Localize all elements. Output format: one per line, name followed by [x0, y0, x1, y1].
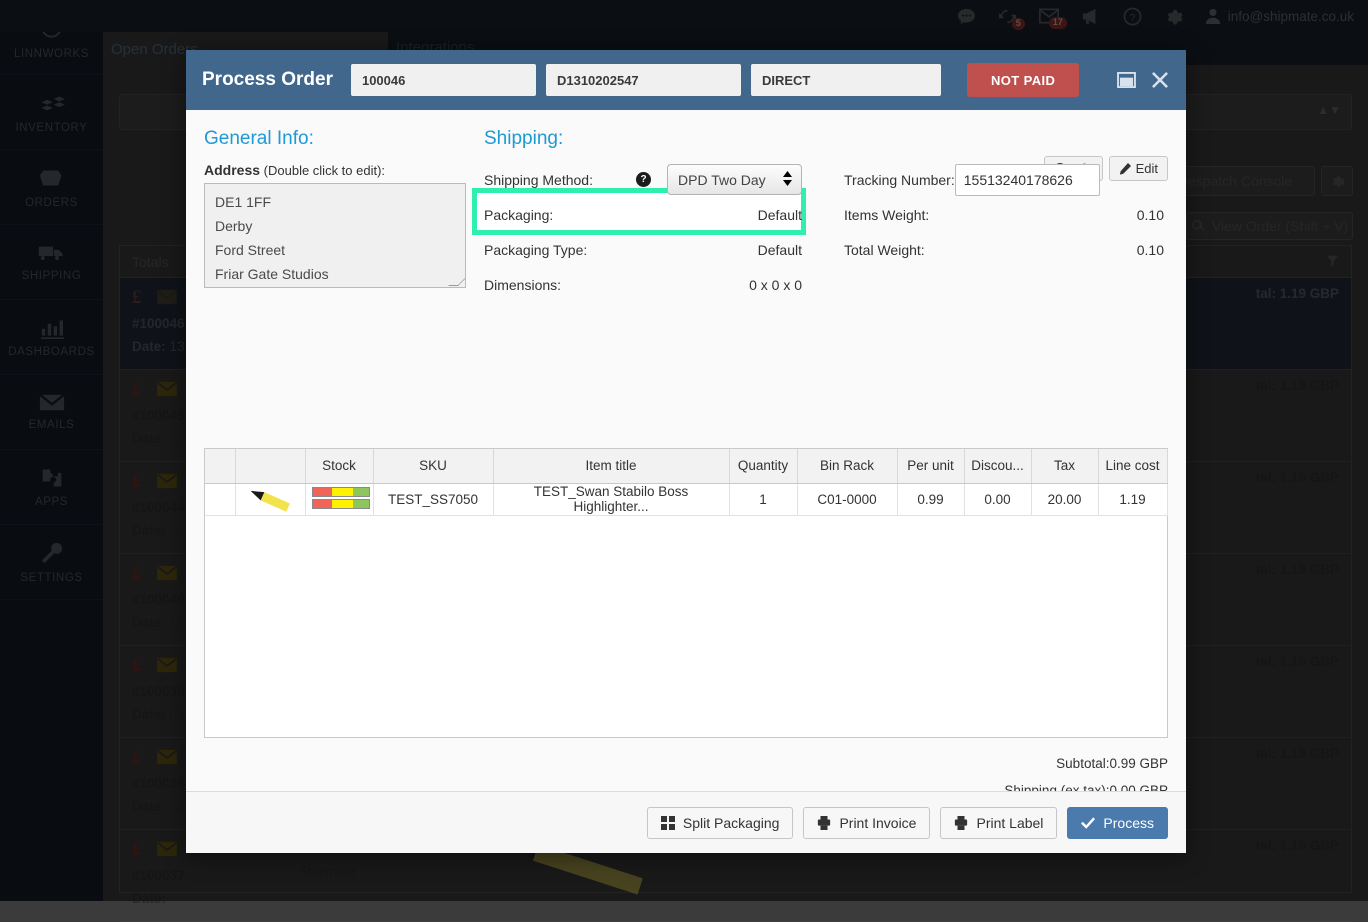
column-header[interactable] [235, 449, 306, 484]
general-info-heading: General Info: [204, 128, 314, 149]
items-weight-label: Items Weight: [844, 206, 930, 223]
address-line: Derby [215, 218, 253, 234]
close-icon[interactable] [1152, 72, 1168, 88]
modal-footer: Split Packaging Print Invoice Print Labe… [186, 791, 1186, 853]
column-header[interactable]: Stock [305, 449, 374, 484]
column-header[interactable]: Item title [493, 449, 730, 484]
table-body[interactable]: TEST_SS7050 TEST_Swan Stabilo Boss Highli… [205, 483, 1168, 516]
column-header[interactable]: Bin Rack [797, 449, 898, 484]
order-items-table-container: Stock SKU Item title Quantity Bin Rack Per un… [204, 448, 1168, 738]
spinner-arrows-icon [783, 171, 792, 186]
shipping-method-label: Shipping Method: [484, 171, 593, 188]
shipping-method-row: Shipping Method: ? DPD Two Day Tracking … [484, 162, 1168, 197]
split-packaging-button[interactable]: Split Packaging [646, 806, 794, 839]
address-label-main: Address [204, 162, 261, 178]
column-header[interactable]: Discou... [964, 449, 1032, 484]
process-button[interactable]: Process [1067, 806, 1168, 839]
printer-icon [955, 815, 968, 830]
sku-cell: TEST_SS7050 [373, 483, 494, 516]
process-label: Process [1103, 814, 1154, 831]
packaging-type-label: Packaging Type: [484, 241, 588, 258]
packaging-type-row: Packaging Type: Default Total Weight: 0.… [484, 232, 1168, 267]
highlighter-pen-icon [250, 490, 290, 512]
quantity-cell[interactable]: 1 [729, 483, 798, 516]
shipping-method-select[interactable]: DPD Two Day [667, 164, 802, 195]
table-row[interactable]: TEST_SS7050 TEST_Swan Stabilo Boss Highli… [205, 483, 1168, 516]
row-select-cell[interactable] [205, 483, 236, 516]
modal-header: Process Order NOT PAID [186, 50, 1186, 110]
order-reference-field[interactable] [545, 64, 741, 96]
packaging-type-value: Default [757, 241, 802, 258]
total-weight-value: 0.10 [1136, 241, 1164, 258]
order-totals: Subtotal:0.99 GBP Shipping (ex tax):0.00 … [868, 750, 1168, 791]
grid-squares-icon [660, 815, 675, 830]
total-row: Subtotal:0.99 GBP [1056, 756, 1168, 771]
check-icon [1081, 816, 1096, 829]
general-info-section: General Info: Address (Double click to e… [204, 128, 474, 288]
total-weight-label: Total Weight: [844, 241, 925, 258]
items-weight-value: 0.10 [1136, 206, 1164, 223]
restore-window-icon[interactable] [1117, 72, 1136, 88]
item-image-cell [235, 483, 306, 516]
address-label-hint: (Double click to edit): [263, 163, 386, 178]
packaging-label: Packaging: [484, 206, 554, 223]
dimensions-row: Dimensions: 0 x 0 x 0 [484, 267, 1168, 302]
printer-icon [818, 815, 831, 830]
column-header[interactable] [205, 449, 236, 484]
shipping-heading: Shipping: [484, 128, 564, 149]
item-title-cell: TEST_Swan Stabilo Boss Highlighter... [493, 483, 730, 516]
order-items-table: Stock SKU Item title Quantity Bin Rack Per un… [205, 449, 1168, 516]
column-header[interactable]: Per unit [897, 449, 965, 484]
dimensions-label: Dimensions: [484, 276, 562, 293]
column-header[interactable]: SKU [373, 449, 494, 484]
shipping-method-value: DPD Two Day [678, 171, 766, 188]
print-invoice-label: Print Invoice [839, 814, 917, 831]
discount-cell: 0.00 [964, 483, 1032, 516]
modal-title: Process Order [202, 69, 333, 90]
address-line: Ford Street [215, 242, 286, 258]
stock-level-cell [305, 483, 374, 516]
column-header[interactable]: Line cost [1098, 449, 1168, 484]
order-id-field[interactable] [350, 64, 536, 96]
process-order-modal: Process Order NOT PAID General Info: Add… [186, 50, 1186, 853]
address-textarea[interactable]: DE1 1FF Derby Ford Street Friar Gate Studio… [204, 183, 466, 288]
modal-body: General Info: Address (Double click to e… [186, 110, 1186, 791]
table-header-row: Stock SKU Item title Quantity Bin Rack Per un… [205, 449, 1168, 484]
tax-cell: 20.00 [1031, 483, 1099, 516]
print-invoice-button[interactable]: Print Invoice [803, 806, 931, 839]
address-line: Friar Gate Studios [215, 266, 329, 282]
split-packaging-label: Split Packaging [682, 814, 780, 831]
tracking-number-label: Tracking Number: [844, 171, 955, 188]
print-label-label: Print Label [976, 814, 1044, 831]
address-line: DE1 1FF [215, 194, 272, 210]
dimensions-value: 0 x 0 x 0 [749, 276, 802, 293]
packaging-row: Packaging: Default Items Weight: 0.10 [484, 197, 1168, 232]
address-label: Address (Double click to edit): [204, 162, 474, 178]
column-header[interactable]: Tax [1031, 449, 1099, 484]
per-unit-cell: 0.99 [897, 483, 965, 516]
total-row: Shipping (ex tax):0.00 GBP [1004, 783, 1168, 791]
column-header[interactable]: Quantity [729, 449, 798, 484]
payment-status-badge[interactable]: NOT PAID [966, 63, 1080, 97]
packaging-value: Default [757, 206, 802, 223]
tracking-number-input[interactable] [954, 163, 1100, 196]
bin-rack-cell: C01-0000 [797, 483, 898, 516]
print-label-button[interactable]: Print Label [940, 806, 1058, 839]
line-cost-cell: 1.19 [1098, 483, 1168, 516]
shipping-section: Shipping: Info Edit Shipping Method: [472, 128, 1168, 302]
help-tooltip-icon[interactable]: ? [636, 172, 651, 187]
address-line: Antony Stevenson [215, 286, 455, 287]
order-source-field[interactable] [750, 64, 941, 96]
